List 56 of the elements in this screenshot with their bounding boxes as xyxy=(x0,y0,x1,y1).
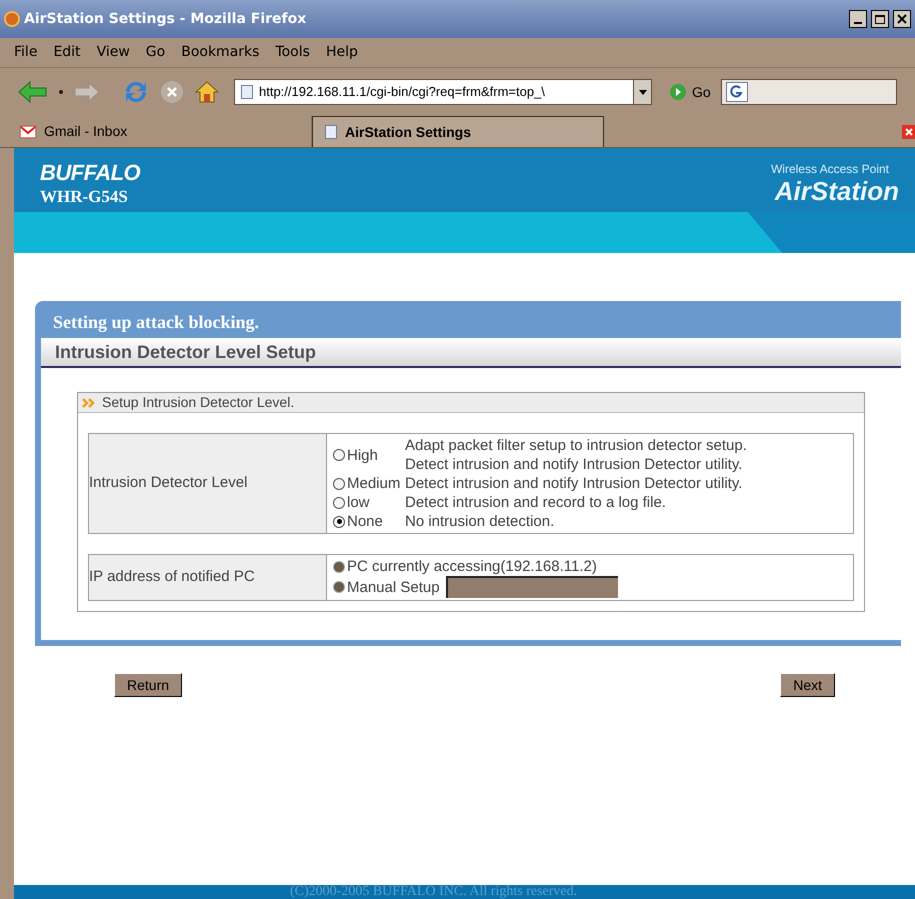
footer-copyright: (C)2000-2005 BUFFALO INC. All rights reserved. xyxy=(14,885,915,899)
search-field[interactable] xyxy=(720,79,897,105)
page-icon xyxy=(241,85,253,99)
close-tab-icon[interactable] xyxy=(902,124,915,138)
menu-item[interactable]: View xyxy=(96,42,130,63)
option-label: Manual Setup xyxy=(347,578,440,596)
model-name: WHR-G54S xyxy=(40,186,128,208)
caret-icon xyxy=(638,90,646,94)
section-heading: Setup Intrusion Detector Level. xyxy=(102,393,294,412)
firefox-logo-icon xyxy=(4,11,20,27)
menu-item[interactable]: File xyxy=(14,42,38,63)
menu-item[interactable]: Edit xyxy=(53,42,81,63)
panel-title: Setting up attack blocking. xyxy=(52,311,260,334)
option-label: low xyxy=(347,493,370,512)
option-label: PC currently accessing(192.168.11.2) xyxy=(347,557,597,576)
page-icon xyxy=(325,125,337,139)
home-icon[interactable] xyxy=(194,80,220,104)
menu-item[interactable]: Go xyxy=(146,42,166,63)
radio-button[interactable] xyxy=(333,478,345,490)
radio-button[interactable] xyxy=(333,496,345,508)
menu-item[interactable]: Help xyxy=(326,42,358,63)
close-icon[interactable] xyxy=(893,10,911,28)
radio-button[interactable] xyxy=(333,449,345,461)
nav-button[interactable]: Return xyxy=(114,673,182,697)
window-title: AirStation Settings - Mozilla Firefox xyxy=(24,10,308,28)
dropdown-button[interactable] xyxy=(633,80,651,104)
address-field[interactable]: http://192.168.11.1/cgi-bin/cgi?req=frm&frm=top_\ xyxy=(234,79,652,105)
option-description: Detect intrusion and record to a log file. xyxy=(405,493,666,512)
mail-icon xyxy=(20,126,36,138)
tagline: Wireless Access Point xyxy=(770,161,889,178)
google-g-icon xyxy=(726,82,748,102)
nav-button[interactable]: Next xyxy=(780,673,835,697)
menu-item[interactable]: Tools xyxy=(275,42,310,63)
option-description: Detect intrusion and notify Intrusion Detector utility. xyxy=(405,474,742,493)
option-description: Detect intrusion and notify Intrusion Detector utility. xyxy=(405,455,744,474)
caret-icon[interactable] xyxy=(58,89,64,95)
row-label: Intrusion Detector Level xyxy=(89,434,327,533)
maximize-icon[interactable] xyxy=(871,10,889,28)
double-chevron-icon xyxy=(82,398,96,408)
address-text: http://192.168.11.1/cgi-bin/cgi?req=frm&frm=top_\ xyxy=(259,83,546,102)
option-label: Medium xyxy=(347,474,400,493)
minimize-icon[interactable] xyxy=(849,10,867,28)
row-label: IP address of notified PC xyxy=(89,555,327,600)
panel-subtitle: Intrusion Detector Level Setup xyxy=(41,338,901,368)
stop-icon[interactable] xyxy=(160,80,184,104)
go-button[interactable]: Go xyxy=(692,82,711,102)
brand-logo: BUFFALO xyxy=(40,159,140,187)
option-description: No intrusion detection. xyxy=(405,512,554,531)
radio-button[interactable] xyxy=(333,516,345,528)
menu-item[interactable]: Bookmarks xyxy=(181,42,260,63)
tab[interactable]: AirStation Settings xyxy=(312,116,604,147)
manual-ip-field[interactable] xyxy=(446,576,618,598)
option-description: Adapt packet filter setup to intrusion detector setup. xyxy=(405,436,747,455)
option-label: High xyxy=(347,446,378,464)
option-label: None xyxy=(347,512,383,531)
product-logo: AirStation xyxy=(774,175,899,208)
